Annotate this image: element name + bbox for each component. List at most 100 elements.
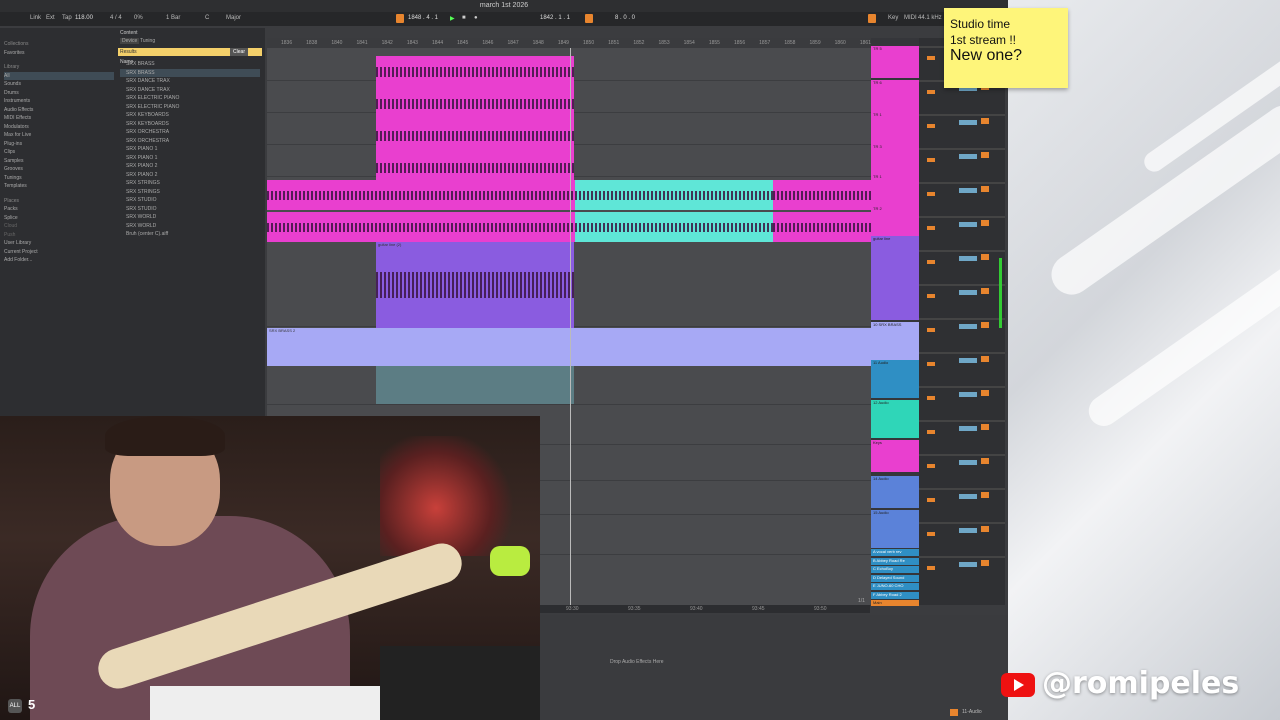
monitor-auto-button[interactable] (927, 294, 935, 298)
volume-field[interactable] (959, 494, 977, 499)
arrangement-clip[interactable] (773, 212, 871, 242)
monitor-auto-button[interactable] (927, 56, 935, 60)
volume-field[interactable] (959, 188, 977, 193)
sidebar-item-favorites[interactable]: Favorites (4, 49, 114, 58)
return-track-header[interactable]: F Abbey Road 2 (871, 591, 919, 599)
track-header[interactable]: TR 1 (871, 174, 919, 206)
arrangement-clip[interactable] (376, 366, 574, 404)
monitor-auto-button[interactable] (927, 124, 935, 128)
monitor-auto-button[interactable] (927, 566, 935, 570)
track-activator[interactable] (981, 390, 989, 396)
track-activator[interactable] (981, 458, 989, 464)
browser-result-item[interactable]: SRX KEYBOARDS (120, 111, 260, 120)
sidebar-item-drums[interactable]: Drums (4, 89, 114, 98)
link-button[interactable]: Link (30, 15, 41, 21)
tempo-field[interactable]: 118.00 (75, 15, 93, 21)
clear-button[interactable]: Clear (230, 48, 248, 56)
sidebar-item-splice[interactable]: Splice (4, 214, 114, 223)
sidebar-item-audio-effects[interactable]: Audio Effects (4, 106, 114, 115)
master-track-header[interactable]: Main (871, 600, 919, 606)
monitor-auto-button[interactable] (927, 328, 935, 332)
loop-length[interactable]: 8 . 0 . 0 (615, 15, 635, 21)
volume-field[interactable] (959, 222, 977, 227)
sidebar-item-clips[interactable]: Clips (4, 148, 114, 157)
browser-result-item[interactable]: SRX STUDIO (120, 196, 260, 205)
track-header[interactable]: TR 1 (871, 112, 919, 144)
browser-result-item[interactable]: SRX PIANO 2 (120, 171, 260, 180)
sidebar-item-sounds[interactable]: Sounds (4, 80, 114, 89)
track-header[interactable]: 15 Audio (871, 510, 919, 548)
volume-field[interactable] (959, 120, 977, 125)
monitor-auto-button[interactable] (927, 396, 935, 400)
browser-result-item[interactable]: SRX STUDIO (120, 205, 260, 214)
track-header[interactable]: 12 Audio (871, 400, 919, 438)
sidebar-item-all[interactable]: All (4, 71, 114, 80)
tab-tuning[interactable]: Tuning (138, 38, 157, 44)
time-signature[interactable]: 4 / 4 (110, 15, 122, 21)
track-activator[interactable] (981, 288, 989, 294)
arrangement-clip[interactable] (575, 212, 773, 242)
sidebar-item-samples[interactable]: Samples (4, 157, 114, 166)
track-activator[interactable] (981, 424, 989, 430)
track-header[interactable]: guitar line (871, 236, 919, 320)
sidebar-item-add-folder[interactable]: Add Folder... (4, 256, 114, 265)
tap-button[interactable]: Tap (62, 15, 72, 21)
sidebar-item-current-project[interactable]: Current Project (4, 248, 114, 257)
playhead[interactable] (570, 48, 571, 608)
return-track-header[interactable]: C EchoBoy (871, 566, 919, 573)
volume-field[interactable] (959, 256, 977, 261)
scale-select[interactable]: Major (226, 15, 241, 21)
volume-field[interactable] (959, 528, 977, 533)
draw-mode-button[interactable] (868, 14, 876, 23)
browser-result-item[interactable]: SRX PIANO 1 (120, 154, 260, 163)
browser-result-item[interactable]: SRX KEYBOARDS (120, 120, 260, 129)
arrangement-clip[interactable] (376, 88, 574, 120)
browser-result-item[interactable]: SRX DANCE TRAX (120, 77, 260, 86)
sidebar-item-grooves[interactable]: Grooves (4, 165, 114, 174)
browser-result-item[interactable]: SRX WORLD (120, 222, 260, 231)
arrangement-clip[interactable]: SRX BRASS 2 (267, 328, 871, 366)
track-header[interactable]: 14 Audio (871, 476, 919, 508)
browser-result-item[interactable]: SRX BRASS (120, 68, 260, 77)
browser-result-item[interactable]: SRX ELECTRIC PIANO (120, 94, 260, 103)
record-icon[interactable]: ● (474, 15, 478, 21)
midi-map-button[interactable]: MIDI (904, 15, 917, 21)
sidebar-item-midi-effects[interactable]: MIDI Effects (4, 114, 114, 123)
volume-field[interactable] (959, 324, 977, 329)
browser-result-item[interactable]: Bruh (center C).aiff (120, 230, 260, 239)
arrangement-clip[interactable]: guitar line (2) (376, 242, 574, 328)
arrangement-clip[interactable] (575, 180, 773, 210)
return-track-header[interactable]: E JUNO-60 CHO (871, 583, 919, 590)
volume-field[interactable] (959, 154, 977, 159)
arrangement-position[interactable]: 1848 . 4 . 1 (408, 15, 438, 21)
monitor-auto-button[interactable] (927, 226, 935, 230)
play-icon[interactable]: ▶ (450, 15, 455, 22)
volume-field[interactable] (959, 290, 977, 295)
arrangement-clip[interactable] (376, 56, 574, 88)
track-header[interactable]: TR 2 (871, 206, 919, 238)
sidebar-item-modulators[interactable]: Modulators (4, 123, 114, 132)
beat-ruler[interactable]: 1836 1838 1840 1841 1842 1843 1844 1845 1846 1847… (267, 38, 871, 48)
track-header[interactable]: TR 3 (871, 144, 919, 176)
sidebar-item-push[interactable]: Push (4, 231, 114, 240)
volume-field[interactable] (959, 426, 977, 431)
monitor-auto-button[interactable] (927, 192, 935, 196)
ext-button[interactable]: Ext (46, 15, 55, 21)
volume-field[interactable] (959, 460, 977, 465)
browser-result-item[interactable]: SRX BRASS (120, 60, 260, 69)
track-activator[interactable] (981, 322, 989, 328)
browser-result-item[interactable]: SRX ORCHESTRA (120, 128, 260, 137)
browser-result-item[interactable]: SRX PIANO 2 (120, 162, 260, 171)
stop-icon[interactable]: ■ (462, 15, 466, 21)
sidebar-item-templates[interactable]: Templates (4, 182, 114, 191)
track-activator[interactable] (981, 152, 989, 158)
arrangement-clip[interactable] (773, 180, 871, 210)
metronome-level[interactable]: 0% (134, 15, 143, 21)
track-header[interactable]: 11 Audio (871, 360, 919, 398)
monitor-auto-button[interactable] (927, 498, 935, 502)
monitor-auto-button[interactable] (927, 430, 935, 434)
sidebar-item-plugins[interactable]: Plug-ins (4, 140, 114, 149)
track-header[interactable]: TR 6 (871, 80, 919, 112)
browser-result-item[interactable]: SRX DANCE TRAX (120, 86, 260, 95)
follow-button[interactable] (396, 14, 404, 23)
